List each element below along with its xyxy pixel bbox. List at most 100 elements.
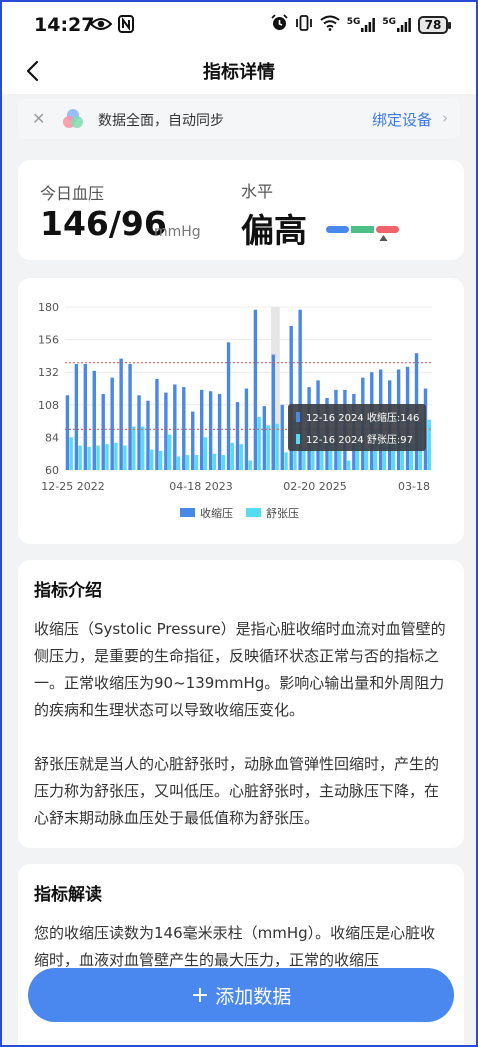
systolic-bar: [199, 389, 204, 470]
status-bar: 14:27 5G 5G 78: [2, 2, 476, 48]
diastolic-bar: [275, 423, 279, 470]
y-tick-label: 180: [38, 301, 59, 314]
systolic-bar: [155, 378, 159, 470]
diastolic-bar: [132, 426, 136, 470]
today-bp-unit: mmHg: [154, 224, 201, 240]
add-data-label: 添加数据: [215, 985, 292, 1008]
diastolic-bar: [427, 419, 431, 470]
diastolic-bar: [114, 442, 118, 470]
systolic-bar: [65, 395, 70, 470]
bind-device-link[interactable]: 绑定设备: [372, 109, 432, 130]
today-bp-card: 今日血压 146/96 mmHg 水平 偏高: [18, 160, 464, 260]
sync-banner-text: 数据全面，自动同步: [98, 113, 224, 129]
systolic-bar: [271, 354, 275, 470]
y-tick-label: 108: [38, 399, 59, 412]
systolic-bar: [235, 402, 240, 470]
alarm-icon: [271, 14, 288, 35]
signal-5g-1: 5G: [347, 17, 376, 32]
tooltip-swatch: [296, 412, 300, 422]
diastolic-bar: [230, 442, 234, 470]
today-bp-value: 146/96: [40, 204, 167, 243]
diastolic-bar: [248, 460, 252, 470]
interpretation-body: 您的收缩压读数为146毫米汞柱（mmHg）。收缩压是心脏收缩时，血液对血管壁产生…: [34, 924, 436, 969]
systolic-bar: [119, 358, 123, 470]
legend-swatch: [246, 508, 261, 517]
status-right-icons: 5G 5G 78: [271, 14, 451, 35]
diastolic-bar: [364, 448, 369, 470]
x-tick-label: 12-25 2022: [41, 480, 104, 493]
app-screen: 14:27 5G 5G 78 指标详情 ✕ 数据全面，自动同步 绑定设备 › 今…: [0, 0, 478, 1047]
add-data-button[interactable]: + 添加数据: [28, 968, 454, 1022]
diastolic-bar: [221, 455, 226, 470]
legend-label: 舒张压: [266, 506, 299, 520]
intro-body: 收缩压（Systolic Pressure）是指心脏收缩时血流对血管壁的侧压力，…: [34, 616, 448, 859]
sync-banner[interactable]: ✕ 数据全面，自动同步 绑定设备 ›: [18, 99, 460, 139]
diastolic-bar: [96, 445, 100, 470]
y-tick-label: 60: [45, 464, 59, 477]
level-segment-low: [326, 226, 349, 233]
systolic-bar: [83, 364, 88, 470]
interpretation-title: 指标解读: [34, 885, 102, 905]
tooltip-row: 12-16 2024 收缩压:146: [306, 411, 419, 424]
status-left-icons: [89, 15, 134, 37]
bp-bar-chart[interactable]: 60 84 108 132 156 180 12-25 2022 04-18 2023 02-2…: [18, 278, 464, 544]
diastolic-bar: [284, 452, 288, 470]
diastolic-bar: [212, 453, 217, 470]
indicator-intro-card: 指标介绍 收缩压（Systolic Pressure）是指心脏收缩时血流对血管壁…: [18, 560, 464, 848]
y-tick-label: 84: [45, 431, 59, 444]
page-title: 指标详情: [203, 62, 275, 83]
diastolic-bar: [346, 460, 351, 470]
battery-indicator: 78: [418, 15, 451, 34]
level-pointer-icon: [379, 235, 388, 241]
systolic-bar: [226, 342, 231, 470]
diastolic-bar: [167, 434, 172, 470]
y-tick-label: 156: [38, 334, 59, 347]
systolic-bar: [191, 411, 195, 470]
systolic-bar: [182, 387, 186, 470]
wifi-icon: [320, 15, 340, 35]
diastolic-bar: [141, 426, 145, 470]
diastolic-bar: [123, 445, 127, 470]
systolic-bar: [217, 393, 222, 470]
level-value: 偏高: [241, 211, 307, 250]
level-label: 水平: [241, 182, 274, 201]
legend-swatch: [180, 508, 195, 517]
systolic-bar: [146, 400, 150, 470]
level-segment-high: [376, 226, 399, 233]
diastolic-bar: [302, 448, 306, 470]
close-icon[interactable]: ✕: [32, 109, 45, 128]
vibrate-icon: [295, 14, 313, 35]
x-tick-label: 03-18: [398, 480, 430, 493]
systolic-bar: [101, 393, 105, 470]
diastolic-bar: [105, 444, 109, 470]
eye-icon: [89, 16, 113, 36]
diastolic-bar: [338, 449, 342, 470]
systolic-bar: [128, 364, 132, 470]
tooltip-row: 12-16 2024 舒张压:97: [306, 433, 413, 446]
systolic-bar: [208, 391, 213, 470]
diastolic-bar: [78, 445, 82, 470]
systolic-bar: [173, 384, 177, 470]
nfc-icon: [118, 15, 134, 37]
systolic-bar: [164, 392, 168, 470]
status-time: 14:27: [34, 14, 95, 36]
signal-5g-2: 5G: [382, 17, 411, 32]
systolic-bar: [74, 364, 79, 470]
today-bp-label: 今日血压: [40, 184, 105, 203]
level-segment-normal: [351, 226, 374, 233]
systolic-bar: [262, 406, 267, 470]
chevron-right-icon: ›: [442, 109, 448, 127]
diastolic-bar: [69, 437, 73, 470]
diastolic-bar: [257, 417, 261, 470]
bp-chart-card[interactable]: 60 84 108 132 156 180 12-25 2022 04-18 2023 02-2…: [18, 278, 464, 544]
y-tick-label: 132: [38, 366, 59, 379]
tooltip-swatch: [296, 434, 300, 444]
intro-title: 指标介绍: [34, 581, 102, 601]
diastolic-bar: [176, 456, 181, 470]
x-tick-label: 02-20 2025: [283, 480, 346, 493]
systolic-bar: [280, 404, 284, 470]
plus-icon: +: [190, 982, 210, 1008]
systolic-bar: [137, 395, 141, 470]
diastolic-bar: [266, 425, 270, 470]
diastolic-bar: [158, 450, 163, 470]
